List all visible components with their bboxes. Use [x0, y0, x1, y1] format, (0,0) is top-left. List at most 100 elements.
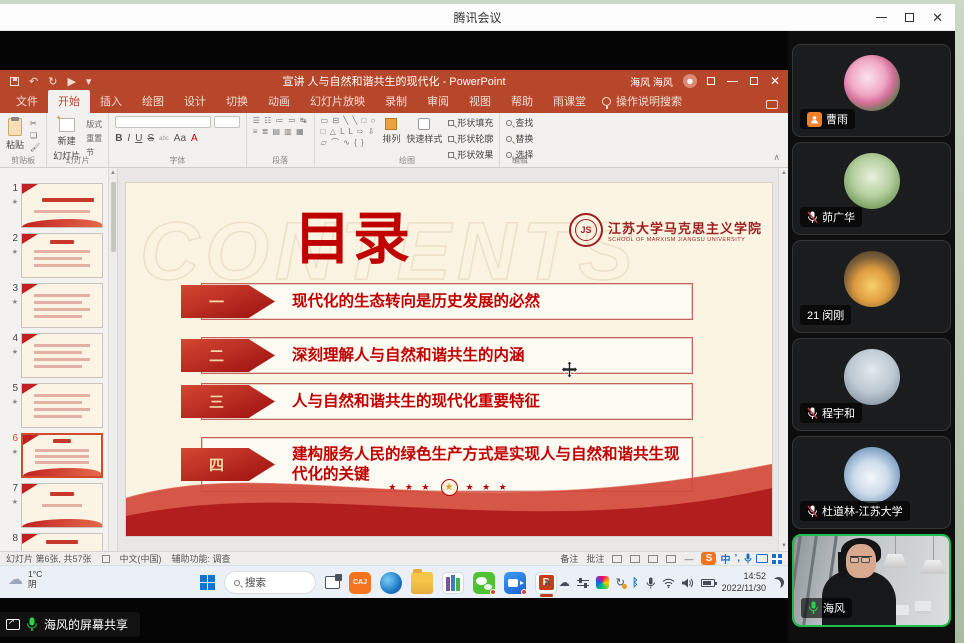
- audio-mixer-icon[interactable]: [577, 578, 589, 588]
- strikethrough-button[interactable]: S: [147, 133, 154, 144]
- replace-button[interactable]: 替换: [506, 132, 533, 145]
- font-size-select[interactable]: [214, 116, 240, 128]
- tab-design[interactable]: 设计: [174, 90, 216, 113]
- participant-tile[interactable]: 程宇和: [792, 338, 951, 431]
- tencent-meeting-icon[interactable]: [504, 572, 526, 594]
- sync-icon[interactable]: ↻: [616, 576, 625, 589]
- tell-me-search[interactable]: 操作说明搜索: [602, 93, 682, 113]
- reading-view-icon[interactable]: [648, 555, 658, 563]
- wechat-icon[interactable]: [473, 572, 495, 594]
- comments-button[interactable]: 批注: [586, 552, 604, 565]
- reset-button[interactable]: 重置: [86, 133, 102, 144]
- thumbnail-4[interactable]: 4★: [4, 333, 103, 378]
- font-color-button[interactable]: A: [191, 133, 198, 144]
- microphone-icon[interactable]: [646, 577, 655, 589]
- thumbnail-5[interactable]: 5★: [4, 383, 103, 428]
- tab-record[interactable]: 录制: [375, 90, 417, 113]
- participant-tile-speaking[interactable]: 海风: [792, 534, 951, 627]
- notes-button[interactable]: 备注: [560, 552, 578, 565]
- change-case-button[interactable]: Aa: [174, 133, 186, 144]
- normal-view-icon[interactable]: [612, 555, 622, 563]
- thumbnail-3[interactable]: 3★: [4, 283, 103, 328]
- task-view-button[interactable]: [325, 576, 340, 589]
- slideshow-view-icon[interactable]: [666, 555, 676, 563]
- comments-icon[interactable]: [766, 100, 778, 109]
- collapse-ribbon-icon[interactable]: ∧: [765, 152, 788, 167]
- punctuation-icon[interactable]: ’,: [734, 553, 740, 564]
- bold-button[interactable]: B: [115, 133, 122, 144]
- tab-home[interactable]: 开始: [48, 90, 90, 113]
- slide-sorter-icon[interactable]: [630, 555, 640, 563]
- paste-button[interactable]: 粘贴: [6, 116, 24, 151]
- accessibility-status[interactable]: 辅助功能: 调查: [172, 552, 231, 565]
- taskbar-search[interactable]: 搜索: [224, 571, 316, 594]
- ppt-close-icon[interactable]: ✕: [770, 75, 780, 87]
- screen-share-banner[interactable]: 海风的屏幕共享: [0, 612, 140, 637]
- close-icon[interactable]: ✕: [932, 11, 943, 24]
- speaker-icon[interactable]: [682, 578, 694, 588]
- spellcheck-icon[interactable]: [102, 555, 110, 563]
- tab-view[interactable]: 视图: [459, 90, 501, 113]
- underline-button[interactable]: U: [135, 133, 142, 144]
- focus-assist-icon[interactable]: [773, 577, 784, 588]
- tab-draw[interactable]: 绘图: [132, 90, 174, 113]
- slide-editor[interactable]: CONTENTS 目录 JS 江苏大学马克思主义学院SCHOOL OF MARX…: [126, 183, 772, 536]
- caj-viewer-icon[interactable]: CAJ: [349, 572, 371, 594]
- battery-icon[interactable]: [701, 579, 715, 587]
- redo-icon[interactable]: ↻: [48, 75, 57, 88]
- participant-tile[interactable]: 茆广华: [792, 142, 951, 235]
- slide-scrollbar[interactable]: [778, 168, 788, 551]
- ppt-restore-icon[interactable]: [750, 77, 758, 85]
- winrar-icon[interactable]: [442, 572, 464, 594]
- ribbon-display-icon[interactable]: [707, 77, 715, 85]
- participant-tile[interactable]: 杜道林-江苏大学: [792, 436, 951, 529]
- cut-icon[interactable]: ✂: [30, 119, 40, 128]
- ppt-minimize-icon[interactable]: [727, 81, 738, 82]
- format-painter-icon[interactable]: 🖌: [30, 143, 40, 152]
- list-buttons[interactable]: ☰ ☷ ≔ ≕ ↹: [253, 116, 308, 125]
- tab-slideshow[interactable]: 幻灯片放映: [300, 90, 375, 113]
- thumbnail-1[interactable]: 1★: [4, 183, 103, 228]
- tab-review[interactable]: 审阅: [417, 90, 459, 113]
- arrange-button[interactable]: 排列: [382, 116, 400, 145]
- thumbnail-7[interactable]: 7★: [4, 483, 103, 528]
- wifi-icon[interactable]: [662, 578, 675, 588]
- save-icon[interactable]: [10, 77, 19, 86]
- text-shadow-button[interactable]: abc: [159, 136, 169, 142]
- zoom-out-icon[interactable]: —: [684, 554, 693, 564]
- qat-caret-icon[interactable]: ▾: [86, 75, 92, 88]
- tab-help[interactable]: 帮助: [501, 90, 543, 113]
- participant-tile[interactable]: 21 闵刚: [792, 240, 951, 333]
- slideshow-icon[interactable]: ▶: [67, 75, 75, 88]
- layout-button[interactable]: 版式: [86, 119, 102, 130]
- align-buttons[interactable]: ≡ ≣ ▤ ▥ ▦: [253, 127, 308, 136]
- shape-outline-button[interactable]: 形状轮廓: [448, 132, 493, 145]
- participant-tile[interactable]: 曹雨: [792, 44, 951, 137]
- file-explorer-icon[interactable]: [411, 572, 433, 594]
- thumbnail-2[interactable]: 2★: [4, 233, 103, 278]
- find-button[interactable]: 查找: [506, 116, 533, 129]
- account-avatar[interactable]: ☻: [683, 74, 697, 88]
- shapes-row-2[interactable]: □ △ L L ⇨ ⇩: [321, 127, 377, 136]
- shape-fill-button[interactable]: 形状填充: [448, 116, 493, 129]
- sogou-logo-icon[interactable]: S: [701, 552, 716, 565]
- font-name-select[interactable]: [115, 116, 211, 128]
- language-indicator[interactable]: 中文(中国): [120, 552, 162, 565]
- undo-icon[interactable]: ↶: [29, 75, 38, 88]
- tray-expand-icon[interactable]: ∧: [544, 576, 552, 589]
- soft-keyboard-icon[interactable]: [756, 554, 768, 563]
- tab-animations[interactable]: 动画: [258, 90, 300, 113]
- minimize-icon[interactable]: [876, 17, 887, 18]
- browser-icon[interactable]: [380, 572, 402, 594]
- quick-styles-button[interactable]: 快速样式: [406, 116, 442, 145]
- copy-icon[interactable]: ❏: [30, 131, 40, 140]
- media-app-icon[interactable]: [596, 576, 609, 589]
- voice-input-icon[interactable]: [744, 553, 752, 564]
- bluetooth-icon[interactable]: ᛒ: [632, 577, 639, 589]
- maximize-icon[interactable]: [905, 13, 914, 22]
- thumbnail-scrollbar[interactable]: [108, 168, 117, 551]
- onedrive-cloud-icon[interactable]: ☁: [559, 576, 570, 589]
- tab-file[interactable]: 文件: [6, 90, 48, 113]
- italic-button[interactable]: I: [127, 133, 130, 144]
- weather-widget[interactable]: ☁ 1°C阴: [8, 569, 42, 589]
